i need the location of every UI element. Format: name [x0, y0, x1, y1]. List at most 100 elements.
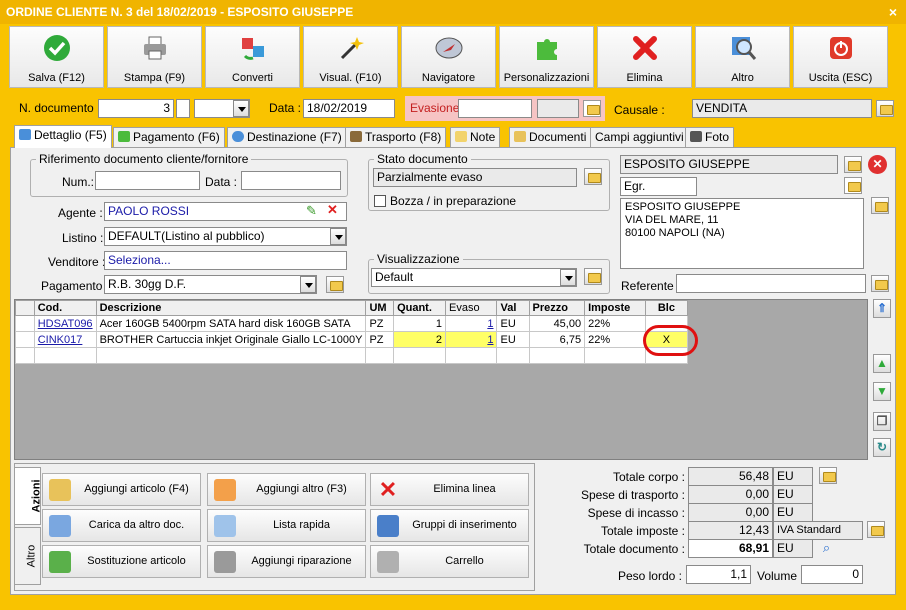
pagamento-select[interactable]: R.B. 30gg D.F.: [104, 275, 317, 294]
visual-folder-icon[interactable]: [584, 268, 602, 285]
add-article-button[interactable]: Aggiungi articolo (F4): [42, 473, 201, 506]
chevron-down-icon[interactable]: [560, 269, 576, 286]
cell-um[interactable]: PZ: [365, 331, 395, 348]
visual-select[interactable]: Default: [371, 268, 577, 287]
stato-folder-icon[interactable]: [584, 168, 602, 185]
tab-foto[interactable]: Foto: [685, 127, 735, 147]
move-down-icon[interactable]: ▼: [873, 382, 891, 401]
peso-lordo-input[interactable]: 1,1: [686, 565, 751, 584]
cell-val[interactable]: EU: [496, 331, 530, 348]
tab-note[interactable]: Note: [450, 127, 501, 147]
evasione-search-button[interactable]: [583, 100, 601, 117]
move-top-icon[interactable]: ⇑: [873, 299, 891, 318]
venditore-input[interactable]: Seleziona...: [104, 251, 347, 270]
cell-um[interactable]: PZ: [365, 315, 395, 332]
row-selector[interactable]: [15, 315, 35, 332]
col-header[interactable]: Evaso: [444, 300, 498, 316]
cliente-person-icon[interactable]: [844, 177, 862, 194]
save-button[interactable]: Salva (F12): [9, 26, 104, 88]
cell-val[interactable]: EU: [496, 315, 530, 332]
load-from-doc-button[interactable]: Carica da altro doc.: [42, 509, 201, 542]
edit-pencil-icon[interactable]: ✎: [306, 203, 317, 219]
print-button[interactable]: Stampa (F9): [107, 26, 202, 88]
cliente-folder-icon[interactable]: [844, 156, 862, 173]
table-row[interactable]: CINK017 BROTHER Cartuccia inkjet Origina…: [15, 331, 689, 348]
cart-button[interactable]: Carrello: [370, 545, 529, 578]
table-row[interactable]: HDSAT096 Acer 160GB 5400rpm SATA hard di…: [15, 315, 689, 332]
totale-corpo-folder-icon[interactable]: [819, 467, 837, 484]
close-icon[interactable]: ×: [884, 3, 902, 21]
cell-quant[interactable]: 1: [393, 315, 446, 332]
add-other-button[interactable]: Aggiungi altro (F3): [207, 473, 366, 506]
clear-x-icon[interactable]: ✕: [327, 202, 338, 218]
cell-descr[interactable]: BROTHER Cartuccia inkjet Originale Giall…: [95, 331, 367, 348]
rif-data-input[interactable]: [241, 171, 341, 190]
causale-folder-icon[interactable]: [876, 100, 894, 117]
zoom-icon[interactable]: ⌕: [818, 539, 835, 556]
col-header[interactable]: UM: [365, 300, 395, 316]
quick-list-button[interactable]: Lista rapida: [207, 509, 366, 542]
chevron-down-icon[interactable]: [330, 228, 346, 245]
col-header[interactable]: Descrizione: [95, 300, 367, 316]
listino-select[interactable]: DEFAULT(Listino al pubblico): [104, 227, 347, 246]
cliente-name-input[interactable]: ESPOSITO GIUSEPPE: [620, 155, 838, 174]
cliente-title-input[interactable]: Egr.: [620, 177, 697, 196]
col-header[interactable]: Imposte: [584, 300, 646, 316]
bozza-checkbox[interactable]: [374, 195, 386, 207]
totale-imposte-folder-icon[interactable]: [867, 521, 885, 538]
address-folder-icon[interactable]: [871, 197, 889, 214]
cell-imposte[interactable]: 22%: [584, 315, 646, 332]
replace-article-button[interactable]: Sostituzione articolo: [42, 545, 201, 578]
tab-altro[interactable]: Altro: [14, 527, 41, 585]
insert-groups-button[interactable]: Gruppi di inserimento: [370, 509, 529, 542]
table-row-empty[interactable]: [15, 347, 689, 364]
col-header[interactable]: Prezzo: [528, 300, 586, 316]
navigator-button[interactable]: Navigatore: [401, 26, 496, 88]
move-up-icon[interactable]: ▲: [873, 354, 891, 373]
cell-evaso[interactable]: 1: [444, 315, 498, 332]
add-repair-button[interactable]: Aggiungi riparazione: [207, 545, 366, 578]
cell-descr[interactable]: Acer 160GB 5400rpm SATA hard disk 160GB …: [95, 315, 367, 332]
convert-button[interactable]: Converti: [205, 26, 300, 88]
cliente-remove-icon[interactable]: ✕: [868, 155, 887, 174]
cell-prezzo[interactable]: 6,75: [528, 331, 586, 348]
refresh-icon[interactable]: ↻: [873, 438, 891, 457]
col-header[interactable]: Quant.: [393, 300, 446, 316]
visual-button[interactable]: Visual. (F10): [303, 26, 398, 88]
copy-icon[interactable]: ❐: [873, 412, 891, 431]
col-header[interactable]: Cod.: [33, 300, 97, 316]
evasione-input[interactable]: [458, 99, 532, 118]
row-selector[interactable]: [15, 331, 35, 348]
customize-button[interactable]: Personalizzazioni: [499, 26, 594, 88]
tab-trasporto[interactable]: Trasporto (F8): [345, 127, 447, 147]
cell-prezzo[interactable]: 45,00: [528, 315, 586, 332]
col-header[interactable]: Val: [496, 300, 530, 316]
delete-button[interactable]: Elimina: [597, 26, 692, 88]
ndoc-input[interactable]: 3: [98, 99, 174, 118]
tab-azioni[interactable]: Azioni: [14, 467, 43, 525]
col-header[interactable]: Blc: [644, 300, 689, 316]
volume-input[interactable]: 0: [801, 565, 863, 584]
tab-documenti[interactable]: Documenti: [509, 127, 592, 147]
referente-input[interactable]: [676, 274, 866, 293]
tab-campi-aggiuntivi[interactable]: Campi aggiuntivi: [590, 127, 689, 147]
referente-folder-icon[interactable]: [871, 275, 889, 292]
tab-destinazione[interactable]: Destinazione (F7): [227, 127, 347, 147]
cell-quant[interactable]: 2: [393, 331, 446, 348]
causale-input[interactable]: VENDITA: [692, 99, 872, 118]
tab-pagamento[interactable]: Pagamento (F6): [113, 127, 225, 147]
tab-dettaglio[interactable]: Dettaglio (F5): [14, 125, 112, 148]
other-button[interactable]: Altro: [695, 26, 790, 88]
cell-imposte[interactable]: 22%: [584, 331, 646, 348]
cell-cod[interactable]: HDSAT096: [33, 315, 97, 332]
cliente-address-box[interactable]: ESPOSITO GIUSEPPE VIA DEL MARE, 11 80100…: [620, 198, 864, 269]
cell-cod[interactable]: CINK017: [33, 331, 97, 348]
chevron-down-icon[interactable]: [233, 100, 249, 117]
date-input[interactable]: 18/02/2019: [303, 99, 395, 118]
rif-num-input[interactable]: [95, 171, 200, 190]
exit-button[interactable]: Uscita (ESC): [793, 26, 888, 88]
chevron-down-icon[interactable]: [300, 276, 316, 293]
delete-line-button[interactable]: ✕ Elimina linea: [370, 473, 529, 506]
pagamento-folder-icon[interactable]: [326, 276, 344, 293]
ndoc-suffix-input[interactable]: [176, 99, 190, 118]
